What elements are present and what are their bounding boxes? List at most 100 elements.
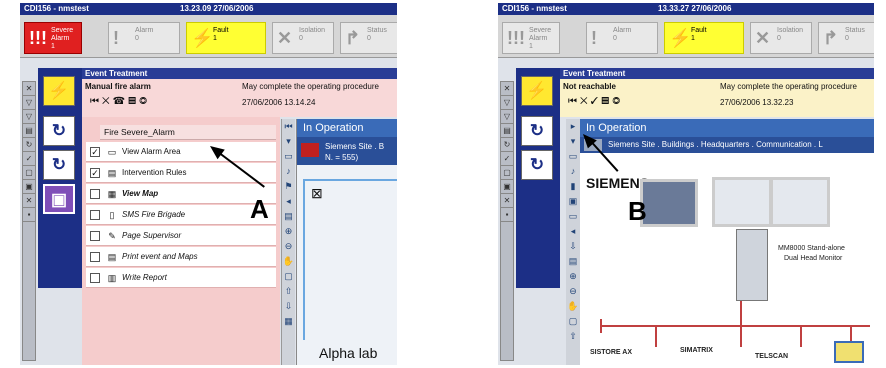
- close-icon[interactable]: ✕: [23, 82, 35, 96]
- step-view-map[interactable]: ▦ View Map: [86, 184, 276, 204]
- screen-icon[interactable]: ▭: [282, 149, 295, 164]
- arrow-icon: ↱: [345, 28, 361, 48]
- filter-icon[interactable]: ▽: [23, 110, 35, 124]
- step-checkbox[interactable]: [90, 252, 100, 262]
- selected-event-button[interactable]: ▣: [43, 184, 75, 214]
- first-icon[interactable]: ⏮: [568, 96, 580, 107]
- note-icon[interactable]: ▤: [601, 96, 612, 107]
- check-icon[interactable]: ✓: [591, 96, 602, 107]
- loop-icon[interactable]: ↻: [23, 138, 35, 152]
- note-icon[interactable]: ▤: [128, 96, 139, 107]
- sound-icon[interactable]: ♪: [566, 164, 580, 179]
- server-tower[interactable]: [736, 229, 768, 301]
- step-checkbox[interactable]: [90, 231, 100, 241]
- zoom-in-icon[interactable]: ⊕: [566, 269, 580, 284]
- window-icon[interactable]: ▢: [282, 269, 295, 284]
- printer-icon[interactable]: ▤: [501, 124, 513, 138]
- right-icon[interactable]: ▸: [566, 119, 580, 134]
- filter-icon[interactable]: ▽: [501, 96, 513, 110]
- up-icon[interactable]: ⇧: [282, 284, 295, 299]
- step-page-supervisor[interactable]: ✎ Page Supervisor: [86, 226, 276, 246]
- zoom-in-icon[interactable]: ⊕: [282, 224, 295, 239]
- step-write-report[interactable]: ▥ Write Report: [86, 268, 276, 288]
- alarm-tile[interactable]: ! Alarm 0: [108, 22, 180, 54]
- lock-icon[interactable]: ▣: [501, 180, 513, 194]
- monitor-display-right[interactable]: [770, 177, 830, 227]
- close-icon[interactable]: ✕: [580, 96, 591, 107]
- note-icon[interactable]: ▤: [566, 254, 580, 269]
- step-checkbox[interactable]: ✓: [90, 168, 100, 178]
- loop-event-button-2[interactable]: ↻: [43, 150, 75, 180]
- hand-icon[interactable]: ✋: [282, 254, 295, 269]
- close-icon[interactable]: ✕: [102, 96, 113, 107]
- step-checkbox[interactable]: [90, 273, 100, 283]
- camera-icon[interactable]: ▣: [566, 194, 580, 209]
- step-checkbox[interactable]: [90, 189, 100, 199]
- step-checkbox[interactable]: ✓: [90, 147, 100, 157]
- note-icon[interactable]: ▤: [282, 209, 295, 224]
- cross-icon[interactable]: ✕: [23, 194, 35, 208]
- up-icon[interactable]: ⇧: [566, 329, 580, 344]
- loop-icon[interactable]: ↻: [501, 138, 513, 152]
- lock-icon[interactable]: ▣: [23, 180, 35, 194]
- monitor-icon[interactable]: ▭: [566, 209, 580, 224]
- hand-icon[interactable]: ✋: [566, 299, 580, 314]
- left-icon[interactable]: ◂: [282, 194, 295, 209]
- down-icon[interactable]: ▾: [566, 134, 580, 149]
- workstation-monitor[interactable]: [640, 179, 698, 227]
- status-tile[interactable]: ↱ Status 0: [340, 22, 397, 54]
- loop-event-button[interactable]: ↻: [521, 116, 553, 146]
- close-icon[interactable]: ✕: [501, 82, 513, 96]
- first-icon[interactable]: ⏮: [90, 96, 102, 107]
- sound-icon[interactable]: ♪: [282, 164, 295, 179]
- zoom-icon[interactable]: ◎: [139, 96, 150, 107]
- check-icon[interactable]: ✓: [501, 152, 513, 166]
- step-view-alarm-area[interactable]: ✓ ▭ View Alarm Area: [86, 142, 276, 162]
- window-icon[interactable]: ▢: [501, 166, 513, 180]
- layer-icon[interactable]: ▦: [282, 314, 295, 329]
- status-tile[interactable]: ↱ Status 0: [818, 22, 874, 54]
- severe-alarm-tile[interactable]: !!! Severe Alarm 1: [24, 22, 82, 54]
- phone-icon[interactable]: ☎: [113, 96, 128, 107]
- zoom-out-icon[interactable]: ⊖: [566, 284, 580, 299]
- device-icon[interactable]: ▮: [566, 179, 580, 194]
- fault-tile[interactable]: ⚡ Fault 1: [186, 22, 266, 54]
- alarm-device-icon[interactable]: [834, 341, 864, 363]
- fault-event-button[interactable]: ⚡: [43, 76, 75, 106]
- fault-event-button[interactable]: ⚡: [521, 76, 553, 106]
- flag-icon[interactable]: ⚑: [282, 179, 295, 194]
- monitor-display-left[interactable]: [712, 177, 772, 227]
- down-icon[interactable]: ▾: [282, 134, 295, 149]
- loop-event-button[interactable]: ↻: [43, 116, 75, 146]
- step-print-event-and-maps[interactable]: ▤ Print event and Maps: [86, 247, 276, 267]
- zoom-out-icon[interactable]: ⊖: [282, 239, 295, 254]
- check-icon[interactable]: ✓: [23, 152, 35, 166]
- severe-alarm-tile[interactable]: !!! Severe Alarm 1: [502, 22, 560, 54]
- screen-icon[interactable]: ▭: [566, 149, 580, 164]
- isolation-tile[interactable]: ✕ Isolation 0: [272, 22, 334, 54]
- isolation-tile[interactable]: ✕ Isolation 0: [750, 22, 812, 54]
- loop-event-button-2[interactable]: ↻: [521, 150, 553, 180]
- step-sms-fire-brigade[interactable]: ▯ SMS Fire Brigade: [86, 205, 276, 225]
- filter-icon[interactable]: ▽: [23, 96, 35, 110]
- fault-tile[interactable]: ⚡ Fault 1: [664, 22, 744, 54]
- window-icon[interactable]: ▢: [23, 166, 35, 180]
- filter-icon[interactable]: ▽: [501, 110, 513, 124]
- tile-count: 1: [691, 35, 695, 42]
- alarm-tile[interactable]: ! Alarm 0: [586, 22, 658, 54]
- window-icon[interactable]: ▢: [566, 314, 580, 329]
- title-bar: CDI156 - nmstest 13.33.27 27/06/2006: [498, 3, 874, 15]
- first-icon[interactable]: ⏮: [282, 119, 295, 134]
- printer-icon[interactable]: ▤: [23, 124, 35, 138]
- zoom-icon[interactable]: ◎: [612, 96, 623, 107]
- user-icon[interactable]: ▪: [501, 208, 513, 222]
- user-icon[interactable]: ▪: [23, 208, 35, 222]
- siren-icon: !!!: [507, 28, 525, 48]
- down-icon[interactable]: ⇩: [566, 239, 580, 254]
- step-checkbox[interactable]: [90, 210, 100, 220]
- floor-map[interactable]: ⊠: [303, 179, 397, 340]
- left-icon[interactable]: ◂: [566, 224, 580, 239]
- cross-icon[interactable]: ✕: [501, 194, 513, 208]
- exclamation-icon: !: [113, 28, 119, 48]
- down-icon[interactable]: ⇩: [282, 299, 295, 314]
